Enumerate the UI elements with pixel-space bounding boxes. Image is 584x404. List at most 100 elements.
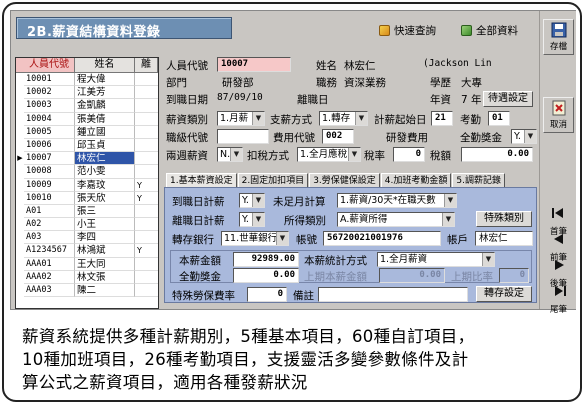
cell-emp-id[interactable]: 10010 (24, 191, 75, 205)
cell-leave-flag[interactable] (135, 86, 158, 100)
cell-leave-flag[interactable] (135, 218, 158, 232)
tab-basic-pay[interactable]: 1.基本薪資設定 (166, 173, 237, 188)
dept-value[interactable]: 研發部 (222, 75, 254, 90)
table-row[interactable]: ▶ 10007 林宏仁 (16, 152, 158, 166)
attendance-field[interactable]: 01 (488, 111, 510, 126)
cell-name[interactable]: 邱玉貞 (75, 138, 135, 153)
cell-name[interactable]: 程大偉 (75, 73, 135, 87)
cell-leave-flag[interactable] (135, 284, 158, 298)
cell-leave-flag[interactable]: Y (135, 244, 158, 258)
account-holder-field[interactable]: 林宏仁 (475, 231, 533, 246)
cell-leave-flag[interactable] (135, 205, 158, 219)
transfer-setting-button[interactable]: 轉存設定 (476, 286, 532, 302)
table-row[interactable]: 10008 范小雯 (16, 165, 158, 179)
tab-overtime[interactable]: 4.加班考勤金額 (380, 173, 452, 188)
chevron-down-icon[interactable]: ▼ (355, 112, 367, 125)
hire-date-value[interactable]: 87/09/10 (217, 92, 263, 103)
cell-name[interactable]: 小王 (75, 218, 135, 232)
cell-name[interactable]: 林文張 (75, 270, 135, 284)
full-attendance-select[interactable]: Y. ▼ (511, 129, 537, 144)
account-field[interactable]: 56720021001976 (323, 231, 441, 246)
hire-calc-select[interactable]: Y. ▼ (239, 193, 265, 208)
cell-emp-id[interactable]: 10009 (24, 178, 75, 192)
cell-name[interactable]: 張美倩 (75, 112, 135, 126)
cell-name[interactable]: 王大同 (75, 257, 135, 271)
table-row[interactable]: AAA02 林文張 (16, 270, 158, 284)
chevron-down-icon[interactable]: ▼ (276, 232, 288, 245)
quick-search-button[interactable]: 快速查詢 (379, 22, 436, 38)
special-insurance-field[interactable]: 0 (247, 287, 287, 302)
cancel-button[interactable]: 取消 (543, 97, 574, 133)
chevron-down-icon[interactable]: ▼ (230, 148, 242, 161)
attendance-bonus-field[interactable]: 0.00 (233, 268, 299, 283)
table-row[interactable]: 10005 鍾立國 (16, 125, 158, 139)
cell-emp-id[interactable]: 10006 (24, 138, 75, 153)
table-row[interactable]: 10004 張美倩 (16, 112, 158, 126)
table-row[interactable]: 10002 江美芳 (16, 86, 158, 100)
table-row[interactable]: A01 張三 (16, 204, 158, 219)
save-button[interactable]: 存檔 (543, 19, 574, 55)
chevron-down-icon[interactable]: ▼ (524, 130, 536, 143)
chevron-down-icon[interactable]: ▼ (348, 148, 360, 161)
chevron-down-icon[interactable]: ▼ (444, 194, 456, 207)
table-row[interactable]: A02 小王 (16, 218, 158, 232)
tab-insurance[interactable]: 3.勞保健保設定 (309, 173, 380, 188)
col-header-leave[interactable]: 離 (135, 58, 158, 73)
cell-name[interactable]: 張天欣 (75, 191, 135, 205)
cell-emp-id[interactable]: A1234567 (24, 244, 75, 258)
base-salary-field[interactable]: 92989.00 (233, 252, 299, 267)
cell-emp-id[interactable]: 10004 (24, 112, 75, 126)
tax-method-select[interactable]: 1.全月應稅 ▼ (297, 147, 361, 162)
table-row[interactable]: 10006 邱玉貞 (16, 138, 158, 153)
cell-leave-flag[interactable] (135, 231, 158, 245)
edu-value[interactable]: 大專 (461, 75, 482, 90)
leave-calc-select[interactable]: Y. ▼ (239, 212, 265, 227)
table-row[interactable]: 10009 李嘉玟 Y (16, 178, 158, 192)
cell-leave-flag[interactable] (135, 139, 158, 153)
table-row[interactable]: A03 李四 (16, 231, 158, 245)
calc-start-field[interactable]: 21 (431, 111, 453, 126)
table-row[interactable]: 10010 張天欣 Y (16, 191, 158, 205)
cell-emp-id[interactable]: 10002 (24, 86, 75, 100)
cell-leave-flag[interactable]: Y (135, 192, 158, 205)
all-data-button[interactable]: 全部資料 (461, 22, 518, 38)
table-row[interactable]: 10003 金凱麟 (16, 99, 158, 113)
biweekly-select[interactable]: N. ▼ (217, 147, 243, 162)
emp-id-field[interactable]: 10007 (217, 57, 291, 72)
cell-emp-id[interactable]: AAA02 (24, 270, 75, 284)
cell-name[interactable]: 李嘉玟 (75, 178, 135, 192)
cell-leave-flag[interactable]: Y (135, 179, 158, 192)
cell-leave-flag[interactable] (135, 165, 158, 179)
cell-name[interactable]: 李四 (75, 231, 135, 245)
cell-emp-id[interactable]: 10008 (24, 165, 75, 179)
cell-name[interactable]: 張三 (75, 204, 135, 219)
cell-emp-id[interactable]: AAA03 (24, 284, 75, 298)
title-value[interactable]: 資深業務 (344, 75, 386, 90)
last-record-button[interactable]: 尾筆 (543, 285, 574, 315)
cell-emp-id[interactable]: 10001 (24, 73, 75, 87)
table-row[interactable]: AAA01 王大同 (16, 257, 158, 271)
cell-leave-flag[interactable] (135, 126, 158, 139)
chevron-down-icon[interactable]: ▼ (482, 253, 494, 266)
chevron-down-icon[interactable]: ▼ (252, 194, 264, 207)
cell-emp-id[interactable]: A01 (24, 204, 75, 219)
tab-fixed-items[interactable]: 2.固定加扣項目 (237, 173, 309, 188)
col-header-name[interactable]: 姓名 (75, 58, 135, 73)
cell-emp-id[interactable]: A02 (24, 218, 75, 232)
bank-select[interactable]: 11.世華銀行 ▼ (221, 231, 289, 246)
employee-list[interactable]: 人員代號 姓名 離 10001 程大偉 10002 江美芳 10003 金凱麟 10004 張… (15, 57, 159, 309)
cell-leave-flag[interactable] (135, 73, 158, 87)
col-header-emp-id[interactable]: 人員代號 (16, 58, 75, 73)
income-type-select[interactable]: A.薪資所得 ▼ (337, 212, 455, 227)
cell-leave-flag[interactable] (135, 99, 158, 113)
cell-emp-id[interactable]: AAA01 (24, 257, 75, 271)
cell-name[interactable]: 林鴻斌 (75, 244, 135, 258)
cell-emp-id[interactable]: 10007 (24, 152, 75, 166)
base-method-select[interactable]: 1.全月薪資 ▼ (377, 252, 495, 267)
name-value[interactable]: 林宏仁 (344, 58, 376, 73)
cell-name[interactable]: 陳二 (75, 284, 135, 298)
cell-emp-id[interactable]: 10003 (24, 99, 75, 113)
tax-amount-field[interactable]: 0.00 (461, 147, 533, 162)
cell-emp-id[interactable]: A03 (24, 231, 75, 245)
pay-category-select[interactable]: 1.月薪 ▼ (217, 111, 265, 126)
